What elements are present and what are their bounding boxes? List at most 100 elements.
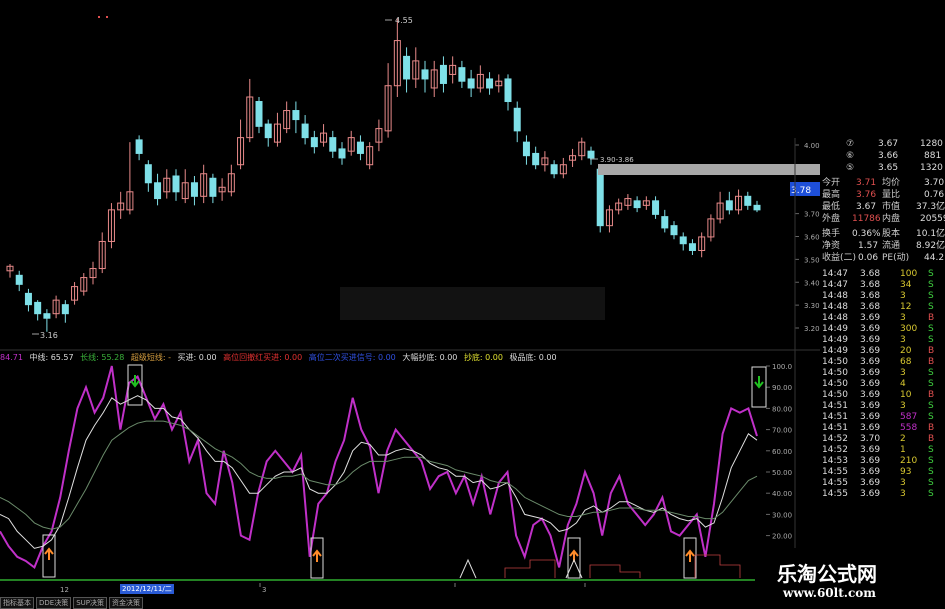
candle-body-down bbox=[522, 141, 530, 157]
quote-row: ⑥ 3.66 881 bbox=[846, 151, 942, 161]
candle-body-down bbox=[513, 107, 521, 132]
trade-side: B bbox=[928, 423, 935, 433]
candle-body-down bbox=[135, 139, 143, 154]
trade-time: 14:55 bbox=[822, 467, 848, 477]
brand-watermark: 乐淘公式网 www.60lt.com bbox=[755, 548, 945, 609]
price-tick-label: 3.50 bbox=[804, 256, 820, 264]
trade-side: S bbox=[928, 280, 934, 290]
trade-time: 14:49 bbox=[822, 346, 848, 356]
trade-side: S bbox=[928, 489, 934, 499]
trade-volume: 4 bbox=[900, 379, 906, 389]
trade-price: 3.69 bbox=[860, 379, 881, 389]
price-tag-value: 3.78 bbox=[791, 186, 811, 196]
candle-body-down bbox=[190, 182, 198, 197]
quote-row: 收益(二) 0.06 PE(动) 44.2 bbox=[822, 253, 945, 263]
trade-time: 14:52 bbox=[822, 434, 848, 444]
trade-side: B bbox=[928, 313, 935, 323]
trade-volume: 3 bbox=[900, 335, 906, 345]
trade-time: 14:47 bbox=[822, 280, 848, 290]
trade-time: 14:48 bbox=[822, 302, 848, 312]
trade-row: 14:47 3.68 100 S bbox=[820, 268, 945, 279]
trade-price: 3.69 bbox=[860, 368, 881, 378]
trade-price: 3.69 bbox=[860, 324, 881, 334]
candle-body-down bbox=[43, 313, 51, 319]
trade-price: 3.68 bbox=[860, 291, 881, 301]
candle-body-down bbox=[744, 195, 752, 206]
low-label: 3.16 bbox=[40, 331, 58, 340]
candle-body-down bbox=[310, 137, 318, 148]
quote-row: 外盘 11786 内盘 20559 bbox=[822, 214, 945, 224]
candle-body-down bbox=[292, 110, 300, 121]
ind-short: 超级短线: - bbox=[130, 353, 171, 362]
trade-price: 3.69 bbox=[860, 313, 881, 323]
trade-time: 14:50 bbox=[822, 368, 848, 378]
trade-volume: 34 bbox=[900, 280, 912, 290]
trade-price: 3.69 bbox=[860, 390, 881, 400]
trade-price: 3.69 bbox=[860, 489, 881, 499]
tab-2[interactable]: SUP决策 bbox=[73, 597, 107, 609]
ind-long: 长线: 55.28 bbox=[80, 353, 125, 362]
ind-big-bottom: 大幅抄底: 0.00 bbox=[402, 353, 458, 362]
trade-list: 14:47 3.68 100 S 14:47 3.68 34 S 14:48 3.68 3 S 14:4… bbox=[820, 268, 945, 499]
candle-body-down bbox=[24, 292, 32, 306]
trade-time: 14:47 bbox=[822, 269, 848, 279]
date-left-label: 12 bbox=[60, 586, 69, 594]
osc-tick-label: 100.0 bbox=[772, 363, 792, 371]
candle-body-down bbox=[486, 78, 494, 89]
trade-row: 14:51 3.69 3 S bbox=[820, 400, 945, 411]
trade-time: 14:51 bbox=[822, 401, 848, 411]
trade-time: 14:51 bbox=[822, 412, 848, 422]
trade-price: 3.68 bbox=[860, 280, 881, 290]
trade-price: 3.69 bbox=[860, 445, 881, 455]
tab-1[interactable]: DDE决策 bbox=[36, 597, 72, 609]
trade-row: 14:52 3.70 2 B bbox=[820, 433, 945, 444]
trade-side: S bbox=[928, 291, 934, 301]
trade-row: 14:48 3.68 3 S bbox=[820, 290, 945, 301]
high-label: 4.55 bbox=[395, 16, 413, 25]
candle-body-down bbox=[329, 137, 337, 152]
trade-row: 14:48 3.68 12 S bbox=[820, 301, 945, 312]
trade-volume: 93 bbox=[900, 467, 912, 477]
candle-body-down bbox=[144, 164, 152, 184]
quote-row: ⑦ 3.67 1280 bbox=[846, 139, 943, 149]
candle-body-down bbox=[15, 274, 23, 285]
candle-body-down bbox=[421, 69, 429, 80]
trade-time: 14:50 bbox=[822, 357, 848, 367]
ind-value: 84.71 bbox=[0, 353, 23, 362]
ind-mid: 中线: 65.57 bbox=[29, 353, 74, 362]
trade-volume: 12 bbox=[900, 302, 912, 312]
trade-row: 14:47 3.68 34 S bbox=[820, 279, 945, 290]
trade-price: 3.69 bbox=[860, 456, 881, 466]
candle-body-down bbox=[338, 148, 346, 159]
trade-time: 14:53 bbox=[822, 456, 848, 466]
trade-row: 14:48 3.69 3 B bbox=[820, 312, 945, 323]
trade-price: 3.69 bbox=[860, 346, 881, 356]
trade-time: 14:49 bbox=[822, 324, 848, 334]
trade-side: S bbox=[928, 335, 934, 345]
tab-3[interactable]: 资金决策 bbox=[109, 597, 143, 609]
trade-side: B bbox=[928, 390, 935, 400]
candle-body-down bbox=[467, 78, 475, 89]
trade-price: 3.69 bbox=[860, 401, 881, 411]
trade-volume: 2 bbox=[900, 434, 906, 444]
trade-price: 3.68 bbox=[860, 302, 881, 312]
osc-tick-label: 80.00 bbox=[772, 405, 792, 413]
trade-price: 3.68 bbox=[860, 269, 881, 279]
range-band bbox=[598, 164, 820, 175]
trade-volume: 300 bbox=[900, 324, 918, 334]
trade-time: 14:55 bbox=[822, 489, 848, 499]
trade-side: S bbox=[928, 302, 934, 312]
candle-body-down bbox=[154, 182, 162, 200]
tab-0[interactable]: 指标基本 bbox=[0, 597, 34, 609]
ind-red-buy: 高位回撤红买进: 0.00 bbox=[223, 353, 303, 362]
quote-row: ⑤ 3.65 1320 bbox=[846, 163, 943, 173]
trade-row: 14:49 3.69 20 B bbox=[820, 345, 945, 356]
candle-body-down bbox=[596, 168, 604, 227]
trade-price: 3.69 bbox=[860, 478, 881, 488]
price-tick-label: 3.60 bbox=[804, 234, 820, 242]
candle-body-down bbox=[688, 243, 696, 251]
trade-time: 14:50 bbox=[822, 390, 848, 400]
trade-time: 14:55 bbox=[822, 478, 848, 488]
trade-volume: 68 bbox=[900, 357, 912, 367]
trade-time: 14:52 bbox=[822, 445, 848, 455]
